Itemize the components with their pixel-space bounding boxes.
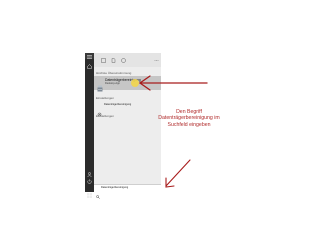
user-icon[interactable] bbox=[86, 171, 93, 177]
windows-logo-icon[interactable] bbox=[87, 185, 92, 198]
arrow-to-search-box bbox=[165, 159, 191, 188]
hamburger-icon[interactable] bbox=[86, 54, 93, 60]
web-header: Einstellungen bbox=[96, 114, 115, 118]
mouse-cursor-highlight bbox=[131, 79, 139, 87]
gear-icon bbox=[97, 104, 102, 117]
best-match-subtitle: Desktop-App bbox=[105, 82, 120, 85]
annotation-caption: Den Begriff Datenträgerbereinigung im Su… bbox=[158, 109, 220, 128]
search-icon bbox=[96, 186, 100, 199]
home-icon[interactable] bbox=[86, 63, 93, 69]
document-icon[interactable] bbox=[110, 57, 116, 63]
power-icon[interactable] bbox=[86, 178, 93, 184]
settings-result-label: Datenträgerbereinigung bbox=[104, 103, 132, 106]
best-match-header: Höchste Übereinstimmung bbox=[96, 71, 132, 75]
disk-cleanup-icon bbox=[97, 79, 103, 92]
apps-filter-icon[interactable] bbox=[100, 57, 106, 63]
more-options-icon[interactable] bbox=[153, 57, 159, 63]
settings-header: Einstellungen bbox=[96, 96, 115, 100]
search-input[interactable]: Datenträgerbereinigung bbox=[101, 186, 128, 189]
web-filter-icon[interactable] bbox=[120, 57, 126, 63]
